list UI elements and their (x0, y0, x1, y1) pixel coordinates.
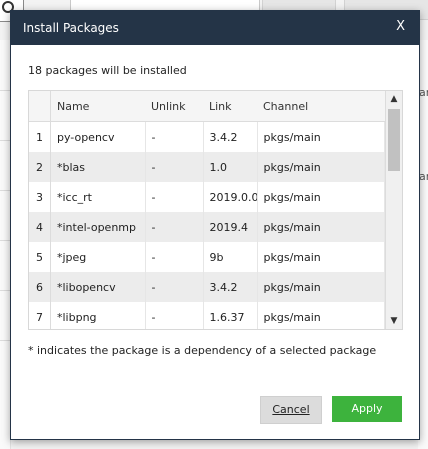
table-row[interactable]: 7 *libpng - 1.6.37 pkgs/main (29, 302, 385, 329)
package-channel: pkgs/main (257, 272, 385, 302)
package-unlink: - (145, 242, 204, 272)
install-summary: 18 packages will be installed (28, 64, 187, 77)
packages-table: Name Unlink Link Channel 1 py-opencv - 3… (28, 90, 403, 330)
table-row[interactable]: 5 *jpeg - 9b pkgs/main (29, 242, 385, 272)
scrollbar-thumb[interactable] (388, 109, 400, 171)
package-channel: pkgs/main (257, 302, 385, 329)
package-link: 3.4.2 (203, 121, 258, 152)
background-divider (0, 190, 10, 191)
package-name: *libpng (50, 302, 146, 329)
row-index: 5 (29, 242, 51, 272)
table-header-row: Name Unlink Link Channel (29, 91, 385, 122)
row-index: 2 (29, 152, 51, 182)
table-row[interactable]: 2 *blas - 1.0 pkgs/main (29, 152, 385, 182)
background-divider (0, 140, 10, 141)
column-header-link[interactable]: Link (203, 91, 257, 122)
package-link: 1.6.37 (203, 302, 258, 329)
table-row[interactable]: 4 *intel-openmp - 2019.4 pkgs/main (29, 212, 385, 242)
apply-button[interactable]: Apply (332, 396, 402, 422)
close-button[interactable]: X (396, 19, 405, 34)
background-text: ar (419, 86, 428, 99)
package-channel: pkgs/main (257, 152, 385, 182)
package-unlink: - (145, 152, 204, 182)
package-name: *libopencv (50, 272, 146, 302)
table-row[interactable]: 3 *icc_rt - 2019.0.0 pkgs/main (29, 182, 385, 212)
package-link: 1.0 (203, 152, 258, 182)
table-scrollbar[interactable]: ▲ ▼ (385, 91, 402, 329)
background-divider (0, 240, 10, 241)
package-name: *jpeg (50, 242, 146, 272)
column-header-name[interactable]: Name (50, 91, 145, 122)
row-index: 7 (29, 302, 51, 329)
background-divider (0, 90, 10, 91)
package-name: *icc_rt (50, 182, 146, 212)
package-unlink: - (145, 302, 204, 329)
package-link: 9b (203, 242, 258, 272)
scroll-up-icon[interactable]: ▲ (386, 91, 402, 107)
install-packages-dialog: Install Packages X 18 packages will be i… (10, 10, 420, 440)
background-text: ar (419, 170, 428, 183)
column-header-index (29, 91, 51, 122)
column-header-channel[interactable]: Channel (257, 91, 385, 122)
row-index: 4 (29, 212, 51, 242)
package-name: *blas (50, 152, 146, 182)
package-channel: pkgs/main (257, 242, 385, 272)
package-channel: pkgs/main (257, 212, 385, 242)
table-row[interactable]: 6 *libopencv - 3.4.2 pkgs/main (29, 272, 385, 302)
package-name: py-opencv (50, 121, 146, 152)
background-divider (0, 340, 10, 341)
package-link: 2019.0.0 (203, 182, 258, 212)
dialog-title: Install Packages (23, 21, 119, 35)
cancel-button[interactable]: Cancel (260, 396, 322, 424)
package-unlink: - (145, 121, 204, 152)
package-name: *intel-openmp (50, 212, 146, 242)
row-index: 6 (29, 272, 51, 302)
package-channel: pkgs/main (257, 182, 385, 212)
dependency-footnote: * indicates the package is a dependency … (28, 344, 377, 357)
package-channel: pkgs/main (257, 121, 385, 152)
package-unlink: - (145, 182, 204, 212)
row-index: 1 (29, 121, 51, 152)
column-header-unlink[interactable]: Unlink (145, 91, 203, 122)
package-unlink: - (145, 272, 204, 302)
scroll-down-icon[interactable]: ▼ (386, 313, 402, 329)
dialog-titlebar: Install Packages X (11, 11, 419, 45)
background-divider (0, 290, 10, 291)
row-index: 3 (29, 182, 51, 212)
package-unlink: - (145, 212, 204, 242)
package-link: 3.4.2 (203, 272, 258, 302)
package-link: 2019.4 (203, 212, 258, 242)
table-row[interactable]: 1 py-opencv - 3.4.2 pkgs/main (29, 121, 385, 152)
